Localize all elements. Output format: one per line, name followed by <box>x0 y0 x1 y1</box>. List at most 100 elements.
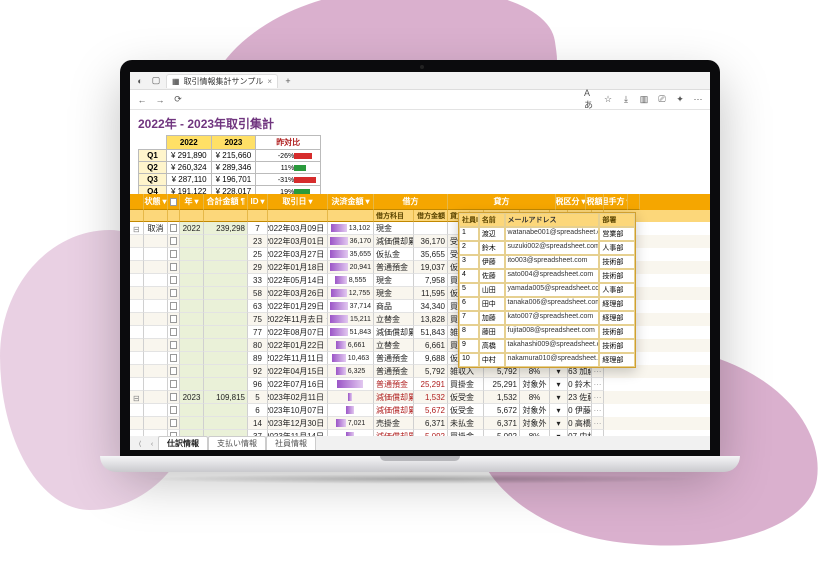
debit-subject: 現金 <box>374 274 414 287</box>
employee-row[interactable]: 9高橋takahashi009@spreadsheet.c技術部 <box>459 339 635 353</box>
date-cell[interactable]: 2022年01月22日▾ <box>268 339 328 352</box>
square-icon[interactable]: ▢ <box>150 75 162 87</box>
sheet-prev-icon[interactable]: ‹ <box>146 438 158 450</box>
close-tab-icon[interactable]: × <box>267 77 272 86</box>
date-cell[interactable]: 2022年04月15日▾ <box>268 365 328 378</box>
value-2023: ¥ 196,701 <box>211 174 256 186</box>
date-cell[interactable]: 2023年12月30日▾ <box>268 417 328 430</box>
debit-amount: 5,672 <box>414 404 448 417</box>
debit-amount: 25,291 <box>414 378 448 391</box>
date-cell[interactable]: 2022年11月去日▾ <box>268 313 328 326</box>
row-checkbox[interactable] <box>170 341 177 349</box>
date-cell[interactable]: 2022年08月07日▾ <box>268 326 328 339</box>
refresh-icon[interactable]: ⟳ <box>172 94 184 106</box>
person-cell[interactable]: 0 鈴木 <box>568 378 592 391</box>
comp-cell: -26% <box>256 150 321 162</box>
date-cell[interactable]: 2022年11月11日▾ <box>268 352 328 365</box>
employee-row[interactable]: 4佐藤sato004@spreadsheet.com技術部 <box>459 269 635 283</box>
row-checkbox[interactable] <box>170 250 177 258</box>
collections-icon[interactable]: ▥ <box>638 94 650 106</box>
grid-row[interactable]: 96 2022年07月16日▾ 普通預金 25,291 買掛金 25,291 対… <box>130 378 710 391</box>
person-cell[interactable]: 0 高橋 <box>568 417 592 430</box>
tax-cell[interactable]: 対象外 <box>520 417 550 430</box>
addon-icon[interactable]: ⎚ <box>656 94 668 106</box>
id-cell: 58 <box>248 287 268 300</box>
sheet-first-icon[interactable]: ⟨ <box>134 438 146 450</box>
date-cell[interactable]: 2022年01月29日▾ <box>268 300 328 313</box>
summary-table: 2022 2023 昨対比 Q1 ¥ 291,890 ¥ 215,660 -26… <box>130 135 710 202</box>
forward-icon[interactable]: → <box>154 94 166 106</box>
row-checkbox[interactable] <box>170 289 177 297</box>
date-cell[interactable]: 2022年03月26日▾ <box>268 287 328 300</box>
filter-icon: ▾ <box>163 197 167 206</box>
debit-amount: 51,843 <box>414 326 448 339</box>
date-cell[interactable]: 2022年05月14日▾ <box>268 274 328 287</box>
sync-icon[interactable]: ⤓ <box>620 94 632 106</box>
row-checkbox[interactable] <box>170 302 177 310</box>
amount-cell <box>328 391 374 404</box>
employee-row[interactable]: 2鈴木suzuki002@spreadsheet.com人事部 <box>459 241 635 255</box>
star-icon[interactable]: ☆ <box>602 94 614 106</box>
more-icon[interactable]: ⋯ <box>592 378 604 391</box>
id-cell: 7 <box>248 222 268 235</box>
tax-cell[interactable]: 8% <box>520 391 550 404</box>
employee-row[interactable]: 6田中tanaka006@spreadsheet.com経理部 <box>459 297 635 311</box>
extension-icon[interactable]: ✦ <box>674 94 686 106</box>
person-cell[interactable]: 0 伊藤 <box>568 404 592 417</box>
date-cell[interactable]: 2022年07月16日▾ <box>268 378 328 391</box>
sheet-tab[interactable]: 社員情報 <box>266 436 316 450</box>
menu-icon[interactable]: ⋯ <box>692 94 704 106</box>
sheet-tab[interactable]: 仕訳情報 <box>158 436 208 450</box>
row-checkbox[interactable] <box>170 328 177 336</box>
grid-row[interactable]: 14 2023年12月30日▾ 7,021 売掛金 6,371 未払金 6,37… <box>130 417 710 430</box>
row-checkbox[interactable] <box>170 380 177 388</box>
employee-row[interactable]: 10中村nakamura010@spreadsheet.c経理部 <box>459 353 635 367</box>
date-cell[interactable]: 2023年10月07日▾ <box>268 404 328 417</box>
row-checkbox[interactable] <box>170 367 177 375</box>
browser-tab[interactable]: ▦ 取引情報集計サンプル × <box>166 74 278 88</box>
tax-cell[interactable]: 対象外 <box>520 378 550 391</box>
collapse-icon[interactable]: ⊟ <box>133 225 140 232</box>
date-cell[interactable]: 2022年03月01日▾ <box>268 235 328 248</box>
row-checkbox[interactable] <box>170 406 177 414</box>
status-cell <box>144 417 168 430</box>
amount-cell: 36,170 <box>328 235 374 248</box>
employee-row[interactable]: 8藤田fujita008@spreadsheet.com技術部 <box>459 325 635 339</box>
employee-row[interactable]: 1渡辺watanabe001@spreadsheet.c営業部 <box>459 227 635 241</box>
row-checkbox[interactable] <box>170 276 177 284</box>
back-icon[interactable]: ← <box>136 94 148 106</box>
credit-amount: 25,291 <box>484 378 520 391</box>
date-cell[interactable]: 2022年03月09日▾ <box>268 222 328 235</box>
employee-row[interactable]: 3伊藤ito003@spreadsheet.com技術部 <box>459 255 635 269</box>
row-checkbox[interactable] <box>170 419 177 427</box>
row-checkbox[interactable] <box>170 354 177 362</box>
profile-icon[interactable]: ◐ <box>134 75 146 87</box>
debit-amount: 36,170 <box>414 235 448 248</box>
translate-icon[interactable]: Aあ <box>584 94 596 106</box>
more-icon[interactable]: ⋯ <box>592 404 604 417</box>
id-cell: 14 <box>248 417 268 430</box>
date-cell[interactable]: 2022年01月18日▾ <box>268 261 328 274</box>
employee-row[interactable]: 7加藤kato007@spreadsheet.com経理部 <box>459 311 635 325</box>
collapse-icon[interactable]: ⊟ <box>133 394 140 401</box>
tax-cell[interactable]: 対象外 <box>520 404 550 417</box>
year-cell: 2023 <box>180 391 204 404</box>
row-checkbox[interactable] <box>170 263 177 271</box>
row-checkbox[interactable] <box>170 393 177 401</box>
grid-row[interactable]: ⊟ 2023109,815 5 2023年02月11日▾ 減価償却累計 1,53… <box>130 391 710 404</box>
row-checkbox[interactable] <box>170 315 177 323</box>
person-cell[interactable]: 123 佐藤 <box>568 391 592 404</box>
sheet-tab[interactable]: 支払い情報 <box>208 436 266 450</box>
date-cell[interactable]: 2022年03月27日▾ <box>268 248 328 261</box>
more-icon[interactable]: ⋯ <box>592 391 604 404</box>
more-icon[interactable]: ⋯ <box>592 417 604 430</box>
date-cell[interactable]: 2023年02月11日▾ <box>268 391 328 404</box>
new-tab-button[interactable]: + <box>282 75 294 87</box>
value-2022: ¥ 287,110 <box>167 174 212 186</box>
row-checkbox[interactable] <box>170 237 177 245</box>
debit-subject: 立替金 <box>374 339 414 352</box>
employee-row[interactable]: 5山田yamada005@spreadsheet.cor人事部 <box>459 283 635 297</box>
row-checkbox[interactable] <box>170 224 177 232</box>
checkbox-all[interactable] <box>170 198 177 206</box>
grid-row[interactable]: 6 2023年10月07日▾ 減価償却累計 5,672 仮受金 5,672 対象… <box>130 404 710 417</box>
